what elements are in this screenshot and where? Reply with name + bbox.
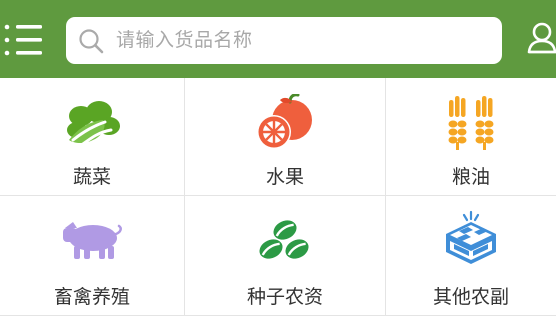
other-produce-icon	[446, 210, 496, 264]
pig-icon	[63, 222, 122, 259]
category-other-produce[interactable]: 其他农副	[386, 196, 556, 315]
category-label: 水果	[265, 166, 304, 188]
category-grid: 蔬菜 水果 粮油 畜禽养殖 种子农资 其他农副	[0, 78, 556, 316]
search-placeholder: 请输入货品名称	[116, 29, 253, 51]
category-fruit[interactable]: 水果	[185, 78, 385, 195]
category-grain-oil[interactable]: 粮油	[386, 78, 556, 195]
search-icon	[78, 28, 104, 54]
category-livestock[interactable]: 畜禽养殖	[0, 196, 184, 315]
category-label: 种子农资	[246, 286, 323, 308]
fruit-icon	[257, 94, 312, 149]
category-label: 蔬菜	[72, 166, 111, 188]
seed-icon	[259, 220, 309, 259]
menu-icon[interactable]	[4, 22, 44, 58]
category-label: 粮油	[451, 166, 490, 188]
vegetable-icon	[67, 101, 120, 148]
user-icon[interactable]	[526, 20, 556, 56]
category-vegetables[interactable]: 蔬菜	[0, 78, 184, 195]
top-bar: 请输入货品名称	[0, 0, 556, 78]
category-label: 其他农副	[432, 286, 509, 308]
grain-icon	[448, 96, 494, 150]
category-label: 畜禽养殖	[53, 286, 130, 308]
search-input[interactable]: 请输入货品名称	[66, 17, 502, 64]
category-seeds-supplies[interactable]: 种子农资	[185, 196, 385, 315]
